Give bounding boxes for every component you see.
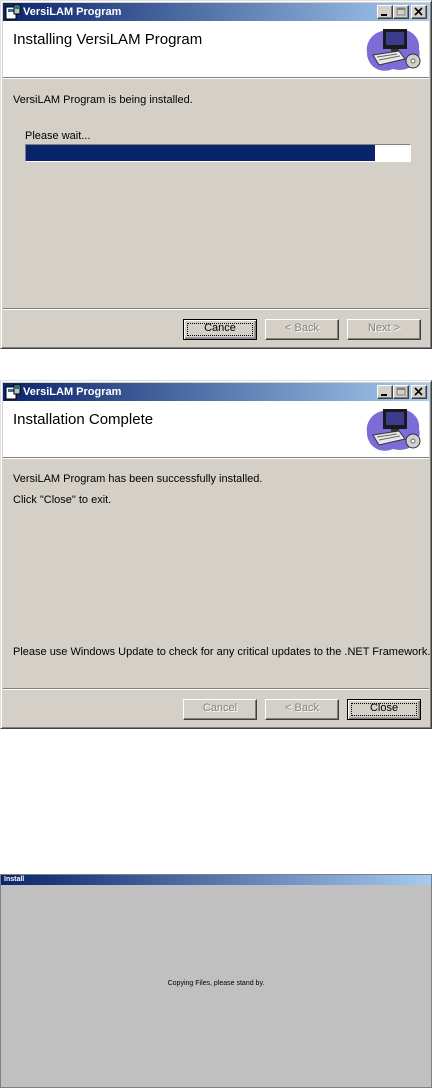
minimize-icon — [381, 394, 387, 396]
title-bar[interactable]: Install — [1, 875, 431, 885]
header-separator — [3, 77, 429, 79]
complete-window: VersiLAM Program Installation Complete V… — [0, 380, 432, 729]
maximize-button[interactable] — [393, 5, 409, 19]
title-bar[interactable]: VersiLAM Program — [3, 3, 429, 21]
app-icon — [5, 384, 21, 400]
close-icon — [414, 387, 423, 396]
app-icon — [5, 4, 21, 20]
close-dialog-button[interactable]: Close — [347, 699, 421, 720]
footer-separator — [3, 688, 429, 690]
cancel-button[interactable]: Cance — [183, 319, 257, 340]
cancel-button[interactable]: Cancel — [183, 699, 257, 720]
focus-rect — [351, 703, 417, 716]
status-text: VersiLAM Program is being installed. — [13, 94, 193, 106]
minimize-button[interactable] — [377, 385, 393, 399]
maximize-icon — [396, 7, 406, 16]
please-wait-label: Please wait... — [25, 130, 91, 142]
back-button[interactable]: < Back — [265, 699, 339, 720]
installing-window: VersiLAM Program Installing VersiLAM Pro… — [0, 0, 432, 349]
maximize-icon — [396, 387, 406, 396]
close-icon — [414, 7, 423, 16]
click-close-text: Click "Close" to exit. — [13, 494, 112, 506]
header-separator — [3, 457, 429, 459]
wizard-header: Installation Complete — [3, 401, 429, 457]
computer-installer-icon — [366, 409, 421, 451]
copying-message: Copying Files, please stand by. — [167, 980, 265, 987]
window-title: Install — [4, 876, 25, 883]
minimize-icon — [381, 14, 387, 16]
progress-fill — [26, 145, 376, 161]
back-label: < Back — [285, 322, 319, 334]
computer-installer-icon — [366, 29, 421, 71]
success-text: VersiLAM Program has been successfully i… — [13, 473, 263, 485]
focus-rect — [187, 323, 253, 336]
page-title: Installation Complete — [13, 411, 154, 428]
close-button[interactable] — [411, 385, 427, 399]
footer-separator — [3, 308, 429, 310]
update-note-text: Please use Windows Update to check for a… — [13, 646, 431, 658]
next-button[interactable]: Next > — [347, 319, 421, 340]
page-title: Installing VersiLAM Program — [13, 31, 203, 48]
back-button[interactable]: < Back — [265, 319, 339, 340]
install-progress-bar — [25, 144, 411, 162]
window-title: VersiLAM Program — [23, 386, 122, 398]
next-label: Next > — [367, 322, 401, 334]
minimize-button[interactable] — [377, 5, 393, 19]
back-label: < Back — [285, 702, 319, 714]
install-copy-window: Install Copying Files, please stand by. — [0, 874, 432, 1088]
cancel-label: Cancel — [202, 702, 238, 714]
wizard-header: Installing VersiLAM Program — [3, 21, 429, 77]
maximize-button[interactable] — [393, 385, 409, 399]
close-button[interactable] — [411, 5, 427, 19]
title-bar[interactable]: VersiLAM Program — [3, 383, 429, 401]
window-title: VersiLAM Program — [23, 6, 122, 18]
